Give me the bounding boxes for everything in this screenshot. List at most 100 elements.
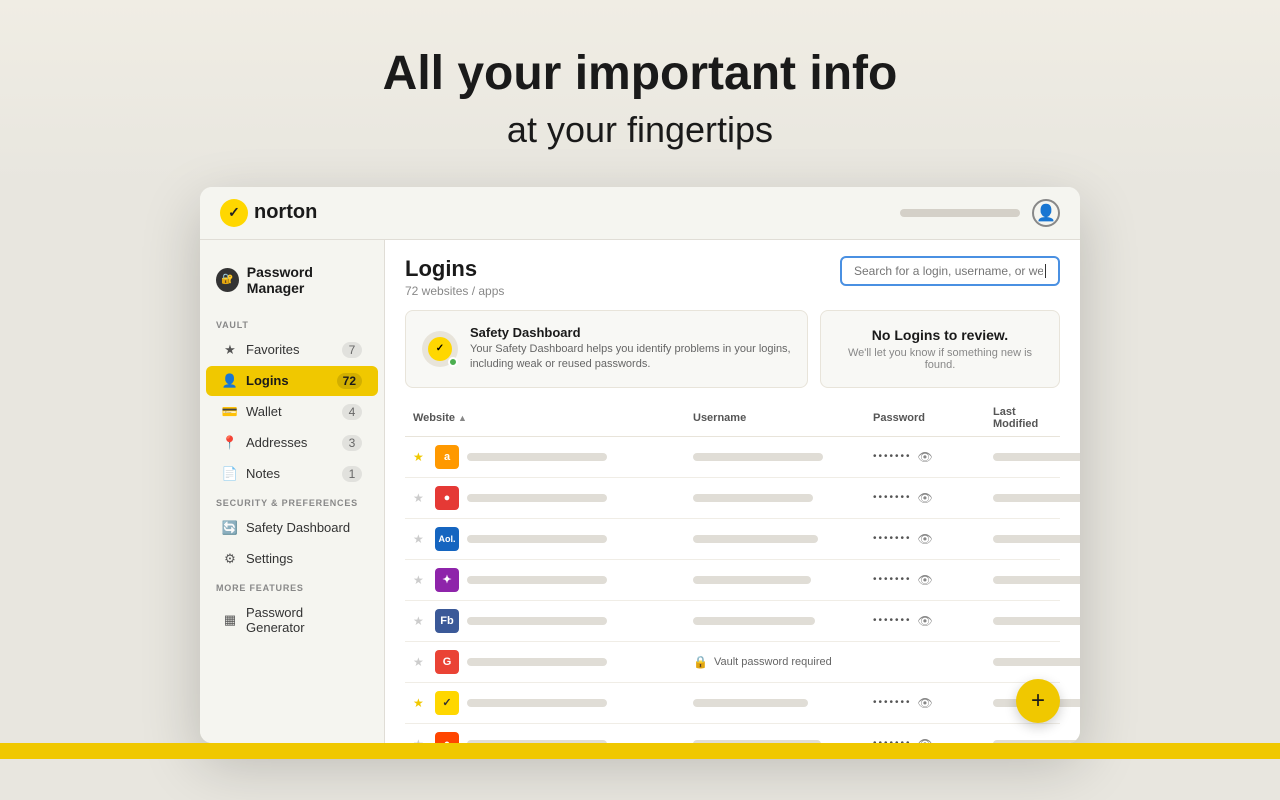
content-title-area: Logins 72 websites / apps [405, 256, 504, 298]
star-icon[interactable]: ★ [413, 614, 427, 628]
eye-icon[interactable]: 👁 [918, 573, 935, 587]
hero-subtitle: at your fingertips [0, 109, 1280, 151]
eye-icon[interactable]: 👁 [918, 696, 935, 710]
banner-row: ✓ Safety Dashboard Your Safety Dashboard… [405, 310, 1060, 388]
main-layout: 🔐 Password Manager VAULT ★ Favorites 7 👤… [200, 240, 1080, 743]
settings-label: Settings [246, 551, 362, 566]
website-cell: ★ ● [413, 732, 693, 743]
col-password: Password [873, 406, 993, 430]
notes-icon: 📄 [222, 466, 238, 482]
eye-icon[interactable]: 👁 [918, 614, 935, 628]
star-icon[interactable]: ★ [413, 450, 427, 464]
sidebar-item-notes[interactable]: 📄 Notes 1 [206, 459, 378, 489]
favorites-count: 7 [342, 342, 362, 358]
sidebar-item-logins[interactable]: 👤 Logins 72 [206, 366, 378, 396]
star-icon[interactable]: ★ [413, 696, 427, 710]
site-name-bar [467, 699, 607, 707]
eye-icon[interactable]: 👁 [918, 737, 935, 743]
safety-dashboard-label: Safety Dashboard [246, 520, 362, 535]
site-logo: ✦ [435, 568, 459, 592]
last-modified-bar [993, 617, 1080, 625]
last-modified-bar [993, 494, 1080, 502]
site-name-bar [467, 494, 607, 502]
search-input[interactable] [854, 264, 1043, 278]
security-section-header: SECURITY & PREFERENCES [200, 490, 384, 512]
table-wrapper: Website ▲ Username Password Last Modifie… [385, 400, 1080, 743]
star-icon[interactable]: ★ [413, 655, 427, 669]
username-bar [693, 617, 815, 625]
sidebar-item-wallet[interactable]: 💳 Wallet 4 [206, 397, 378, 427]
safety-dashboard-icon: 🔄 [222, 520, 238, 536]
eye-icon[interactable]: 👁 [918, 450, 935, 464]
last-modified-bar [993, 658, 1080, 666]
username-bar [693, 699, 808, 707]
logins-count: 72 [337, 373, 362, 389]
title-bar: ✓ norton 👤 [200, 187, 1080, 240]
page-title: Logins [405, 256, 504, 282]
addresses-label: Addresses [246, 435, 334, 450]
hero-title: All your important info [0, 48, 1280, 101]
table-row: ★ a ••••••• 👁 ⋮ [405, 437, 1060, 478]
col-website: Website ▲ [413, 406, 693, 430]
table-row: ★ Aol. ••••••• 👁 ⋮ [405, 519, 1060, 560]
add-login-fab[interactable]: + [1016, 679, 1060, 723]
website-cell: ★ ✓ [413, 691, 693, 715]
no-logins-title: No Logins to review. [841, 327, 1039, 343]
site-logo: Aol. [435, 527, 459, 551]
sidebar-app-header: 🔐 Password Manager [200, 256, 384, 312]
site-logo: G [435, 650, 459, 674]
username-bar [693, 494, 813, 502]
password-dots: ••••••• 👁 [873, 696, 993, 710]
username-bar [693, 576, 811, 584]
star-icon[interactable]: ★ [413, 737, 427, 743]
site-name-bar [467, 658, 607, 666]
safety-banner-title: Safety Dashboard [470, 325, 791, 340]
notes-label: Notes [246, 466, 334, 481]
safety-banner-desc: Your Safety Dashboard helps you identify… [470, 342, 791, 373]
site-logo: ● [435, 732, 459, 743]
favorites-icon: ★ [222, 342, 238, 358]
hero-section: All your important info at your fingerti… [0, 0, 1280, 187]
safety-banner-icon: ✓ [422, 331, 458, 367]
site-logo: ✓ [435, 691, 459, 715]
sidebar-item-safety-dashboard[interactable]: 🔄 Safety Dashboard [206, 513, 378, 543]
site-logo: ● [435, 486, 459, 510]
table-row: ★ ✓ ••••••• 👁 ⋮ [405, 683, 1060, 724]
sidebar-item-favorites[interactable]: ★ Favorites 7 [206, 335, 378, 365]
search-box[interactable] [840, 256, 1060, 286]
site-name-bar [467, 453, 607, 461]
title-bar-decoration [900, 209, 1020, 217]
eye-icon[interactable]: 👁 [918, 491, 935, 505]
sidebar: 🔐 Password Manager VAULT ★ Favorites 7 👤… [200, 240, 385, 743]
sidebar-item-settings[interactable]: ⚙ Settings [206, 544, 378, 574]
content-header: Logins 72 websites / apps [385, 240, 1080, 310]
table-row: ★ ● ••••••• 👁 ⋮ [405, 478, 1060, 519]
col-actions [1038, 406, 1068, 430]
account-icon[interactable]: 👤 [1032, 199, 1060, 227]
password-dots: ••••••• 👁 [873, 450, 993, 464]
last-modified-bar [993, 535, 1080, 543]
star-icon[interactable]: ★ [413, 532, 427, 546]
app-name: norton [254, 201, 317, 224]
site-name-bar [467, 576, 607, 584]
username-bar [693, 535, 818, 543]
site-name-bar [467, 617, 607, 625]
last-modified-bar [993, 453, 1080, 461]
green-dot [448, 357, 458, 367]
sidebar-item-password-generator[interactable]: ▦ Password Generator [206, 598, 378, 642]
star-icon[interactable]: ★ [413, 573, 427, 587]
star-icon[interactable]: ★ [413, 491, 427, 505]
website-cell: ★ ✦ [413, 568, 693, 592]
last-modified-bar [993, 576, 1080, 584]
eye-icon[interactable]: 👁 [918, 532, 935, 546]
sidebar-item-addresses[interactable]: 📍 Addresses 3 [206, 428, 378, 458]
content-area: Logins 72 websites / apps ✓ Safety Dashb [385, 240, 1080, 743]
password-generator-icon: ▦ [222, 612, 238, 628]
sort-arrow: ▲ [458, 413, 467, 423]
safety-icon-check: ✓ [428, 337, 452, 361]
site-name-bar [467, 535, 607, 543]
more-features-section-header: MORE FEATURES [200, 575, 384, 597]
search-cursor [1045, 264, 1046, 278]
last-modified-bar [993, 740, 1080, 743]
password-dots: ••••••• 👁 [873, 532, 993, 546]
